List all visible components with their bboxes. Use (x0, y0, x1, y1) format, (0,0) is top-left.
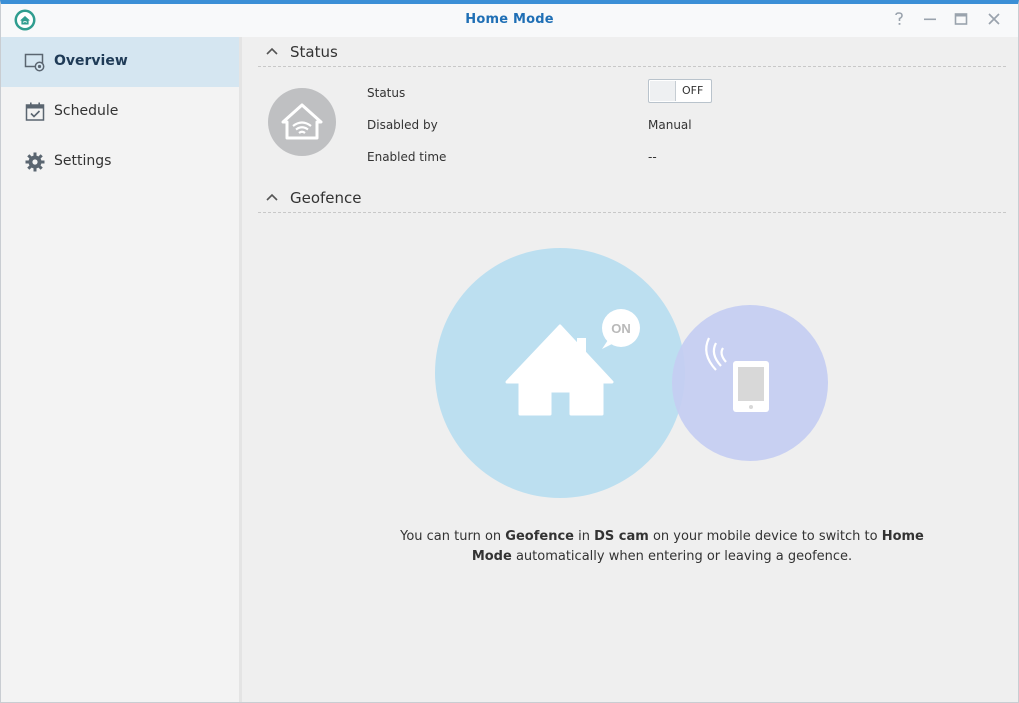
sidebar-item-schedule[interactable]: Schedule (1, 87, 239, 137)
toggle-state-text: OFF (682, 84, 704, 97)
geofence-emphasis: Geofence (505, 529, 574, 544)
section-title: Geofence (290, 189, 362, 207)
help-icon (895, 12, 903, 25)
sidebar-item-overview[interactable]: Overview (1, 37, 239, 87)
text-segment: You can turn on (400, 529, 506, 544)
sidebar-item-label: Overview (54, 53, 128, 69)
section-title: Status (290, 43, 338, 61)
chevron-up-icon (266, 193, 278, 201)
toggle-knob[interactable] (650, 81, 676, 101)
maximize-icon (954, 13, 968, 25)
home-mode-window: Home Mode Overview Schedule Settings Sta… (0, 0, 1019, 703)
geofence-illustration: ON (435, 248, 828, 498)
status-toggle[interactable]: OFF (648, 79, 712, 103)
on-badge-text: ON (611, 321, 631, 336)
minimize-button[interactable] (921, 10, 939, 28)
text-segment: on your mobile device to switch to (648, 529, 882, 544)
close-icon (988, 13, 1000, 25)
disabled-by-label: Disabled by (367, 118, 438, 132)
overview-icon (24, 53, 45, 72)
tablet-icon (733, 361, 769, 412)
sidebar-item-settings[interactable]: Settings (1, 137, 239, 187)
geofence-description: You can turn on Geofence in DS cam on yo… (322, 527, 1002, 567)
chevron-up-icon (266, 47, 278, 55)
status-section-header[interactable]: Status (258, 38, 1006, 67)
disabled-by-value: Manual (648, 118, 692, 132)
status-label: Status (367, 86, 406, 100)
home-wifi-icon (281, 103, 323, 140)
window-title: Home Mode (465, 12, 554, 27)
home-mode-status-icon (268, 88, 336, 156)
sidebar-item-label: Schedule (54, 103, 119, 119)
maximize-button[interactable] (952, 10, 970, 28)
text-segment: automatically when entering or leaving a… (511, 549, 853, 564)
enabled-time-value: -- (648, 150, 657, 164)
gear-icon (25, 152, 45, 172)
sidebar-item-label: Settings (54, 153, 112, 169)
title-bar[interactable]: Home Mode (1, 4, 1018, 37)
text-segment: in (573, 529, 595, 544)
home-emphasis: Home (881, 529, 924, 544)
sidebar: Overview Schedule Settings (1, 37, 242, 702)
minimize-icon (924, 18, 936, 21)
mode-emphasis: Mode (471, 549, 512, 564)
calendar-icon (25, 102, 45, 121)
main-content: Status Status OFF Disabled by Manual Ena… (242, 37, 1018, 702)
geofence-section-header[interactable]: Geofence (258, 184, 1006, 213)
help-button[interactable] (890, 10, 908, 28)
enabled-time-label: Enabled time (367, 150, 447, 164)
ds-cam-emphasis: DS cam (594, 529, 649, 544)
close-button[interactable] (985, 10, 1003, 28)
